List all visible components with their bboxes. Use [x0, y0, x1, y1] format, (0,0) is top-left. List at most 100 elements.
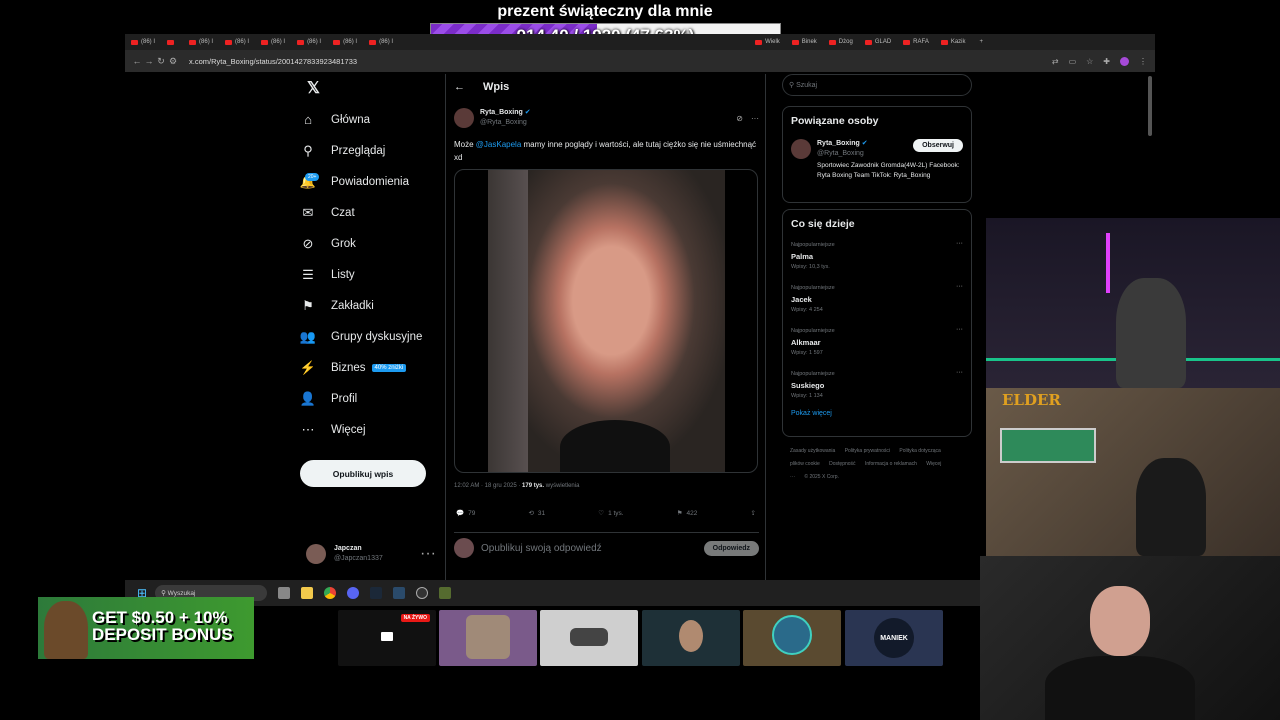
- stream-thumbnail-4[interactable]: [642, 610, 740, 666]
- reload-icon[interactable]: ↻: [155, 56, 167, 67]
- footer-link[interactable]: Zasady użytkowania: [790, 448, 835, 454]
- post-button[interactable]: Opublikuj wpis: [300, 460, 426, 487]
- browser-tab[interactable]: Wielk: [749, 34, 786, 50]
- reply-action[interactable]: 💬 79: [456, 509, 475, 518]
- stream-thumbnail-5[interactable]: [743, 610, 841, 666]
- site-info-icon[interactable]: ⚙: [167, 56, 179, 67]
- mention-link[interactable]: @JasKapela: [476, 140, 521, 149]
- post-video[interactable]: [454, 169, 758, 473]
- translate-icon[interactable]: ⇄: [1052, 57, 1059, 66]
- footer-link[interactable]: Polityka prywatności: [845, 448, 890, 454]
- stream-thumbnail-3[interactable]: [540, 610, 638, 666]
- browser-tab[interactable]: (86) I: [125, 34, 161, 50]
- author-avatar[interactable]: [454, 108, 474, 128]
- related-avatar[interactable]: [791, 139, 811, 159]
- discord-icon[interactable]: [347, 587, 360, 599]
- sidebar-item-czat[interactable]: ✉ Czat: [295, 197, 445, 228]
- obs-icon[interactable]: [416, 587, 429, 599]
- cast-icon[interactable]: ▭: [1069, 57, 1077, 66]
- browser-tab[interactable]: Kazik: [935, 34, 972, 50]
- sidebar-item-label: Grupy dyskusyjne: [331, 330, 423, 343]
- monitor-icon: [381, 632, 393, 641]
- browser-tab[interactable]: (86) I: [327, 34, 363, 50]
- new-tab-icon[interactable]: +: [980, 39, 984, 45]
- trend-item[interactable]: Najpopularniejsze Jacek Wpisy: 4 254 ···: [791, 283, 963, 316]
- like-action[interactable]: ♡ 1 tys.: [598, 509, 623, 518]
- trend-item[interactable]: Najpopularniejsze Suskiego Wpisy: 1 134 ···: [791, 369, 963, 402]
- sidebar-item-przeglądaj[interactable]: ⚲ Przeglądaj: [295, 135, 445, 166]
- youtube-icon: [828, 39, 836, 45]
- repost-icon: ⟲: [528, 510, 534, 517]
- reply-input[interactable]: Opublikuj swoją odpowiedź: [481, 543, 602, 554]
- post-timestamp: 12:02 AM · 18 gru 2025 · 179 tys. wyświe…: [454, 483, 580, 489]
- show-more-link[interactable]: Pokaż więcej: [791, 410, 963, 417]
- menu-icon[interactable]: ⋮: [1139, 57, 1147, 66]
- bookmark-action[interactable]: ⚑ 422: [676, 509, 698, 518]
- x-logo[interactable]: 𝕏: [307, 78, 320, 98]
- author-name[interactable]: Ryta_Boxing: [480, 109, 523, 116]
- stream-thumbnail-2[interactable]: [439, 610, 537, 666]
- more-circle-icon: ⋯: [301, 421, 315, 437]
- stream-thumbnail-maniek[interactable]: MANIEK: [845, 610, 943, 666]
- browser-tab[interactable]: (86) I: [183, 34, 219, 50]
- sidebar-item-grupy-dyskusyjne[interactable]: 👥 Grupy dyskusyjne: [295, 321, 445, 352]
- browser-tab[interactable]: (86) I: [255, 34, 291, 50]
- sidebar-item-biznes[interactable]: ⚡ Biznes 40% zniżki: [295, 352, 445, 383]
- account-switcher[interactable]: Japczan @Japczan1337 ···: [306, 544, 436, 564]
- trend-more-icon[interactable]: ···: [956, 369, 963, 376]
- follow-button[interactable]: Obserwuj: [913, 139, 963, 152]
- sidebar-item-więcej[interactable]: ⋯ Więcej: [295, 414, 445, 445]
- browser-tab[interactable]: (86) I: [291, 34, 327, 50]
- search-icon: ⚲: [789, 82, 795, 89]
- stream-thumbnail-live[interactable]: NA ŻYWO: [338, 610, 436, 666]
- browser-tab[interactable]: RAFA: [897, 34, 935, 50]
- url-field[interactable]: x.com/Ryta_Boxing/status/200142783392348…: [189, 57, 357, 66]
- author-handle[interactable]: @Ryta_Boxing: [480, 118, 531, 128]
- browser-tab[interactable]: (86) I: [363, 34, 399, 50]
- file-explorer-icon[interactable]: [301, 587, 314, 599]
- xbox-icon[interactable]: [393, 587, 406, 599]
- profile-avatar[interactable]: [1120, 56, 1129, 66]
- forward-icon[interactable]: →: [143, 56, 155, 66]
- browser-tab[interactable]: GLAD: [859, 34, 897, 50]
- sidebar-item-profil[interactable]: 👤 Profil: [295, 383, 445, 414]
- trend-more-icon[interactable]: ···: [956, 326, 963, 333]
- address-bar-row: ← → ↻ ⚙ x.com/Ryta_Boxing/status/2001427…: [125, 50, 1155, 72]
- bookmark-icon: ⚑: [676, 510, 683, 517]
- trend-count: Wpisy: 10,3 tys.: [791, 264, 830, 270]
- trend-item[interactable]: Najpopularniejsze Alkmaar Wpisy: 1 597 ···: [791, 326, 963, 359]
- post-more-icon[interactable]: ···: [751, 114, 759, 123]
- steam-icon[interactable]: [370, 587, 383, 599]
- reply-button[interactable]: Odpowiedz: [703, 540, 759, 556]
- back-icon[interactable]: ←: [131, 56, 143, 66]
- more-icon[interactable]: ···: [420, 545, 436, 563]
- footer-link[interactable]: Dostępność: [829, 461, 855, 467]
- trend-more-icon[interactable]: ···: [956, 240, 963, 247]
- scrollbar[interactable]: [1148, 76, 1152, 136]
- sidebar-item-grok[interactable]: ⊘ Grok: [295, 228, 445, 259]
- browser-tab[interactable]: Binek: [786, 34, 823, 50]
- app-icon[interactable]: [439, 587, 452, 599]
- sidebar-item-powiadomienia[interactable]: 🔔 Powiadomienia: [295, 166, 445, 197]
- share-icon[interactable]: ⇪: [751, 509, 756, 517]
- sidebar-item-listy[interactable]: ☰ Listy: [295, 259, 445, 290]
- footer-link[interactable]: © 2025 X Corp.: [804, 474, 839, 480]
- back-arrow-icon[interactable]: ←: [454, 81, 465, 93]
- search-input[interactable]: ⚲ Szukaj: [782, 74, 972, 96]
- footer-link[interactable]: Informacja o reklamach: [865, 461, 917, 467]
- repost-action[interactable]: ⟲ 31: [528, 509, 545, 518]
- grok-icon[interactable]: ⊘: [736, 114, 743, 123]
- browser-tab[interactable]: (86) I: [219, 34, 255, 50]
- trend-more-icon[interactable]: ···: [956, 283, 963, 290]
- task-view-icon[interactable]: [278, 587, 291, 599]
- trend-item[interactable]: Najpopularniejsze Palma Wpisy: 10,3 tys. ··…: [791, 240, 963, 273]
- extensions-icon[interactable]: ✚: [1103, 57, 1110, 66]
- sidebar-item-główna[interactable]: ⌂ Główna: [295, 104, 445, 135]
- star-icon[interactable]: ☆: [1086, 57, 1093, 66]
- chrome-icon[interactable]: [324, 587, 337, 599]
- browser-tab[interactable]: Dżog: [823, 34, 859, 50]
- browser-tab[interactable]: [161, 34, 183, 50]
- maniek-logo: MANIEK: [874, 618, 914, 658]
- sidebar-item-zakładki[interactable]: ⚑ Zakładki: [295, 290, 445, 321]
- trend-context: Najpopularniejsze: [791, 371, 835, 377]
